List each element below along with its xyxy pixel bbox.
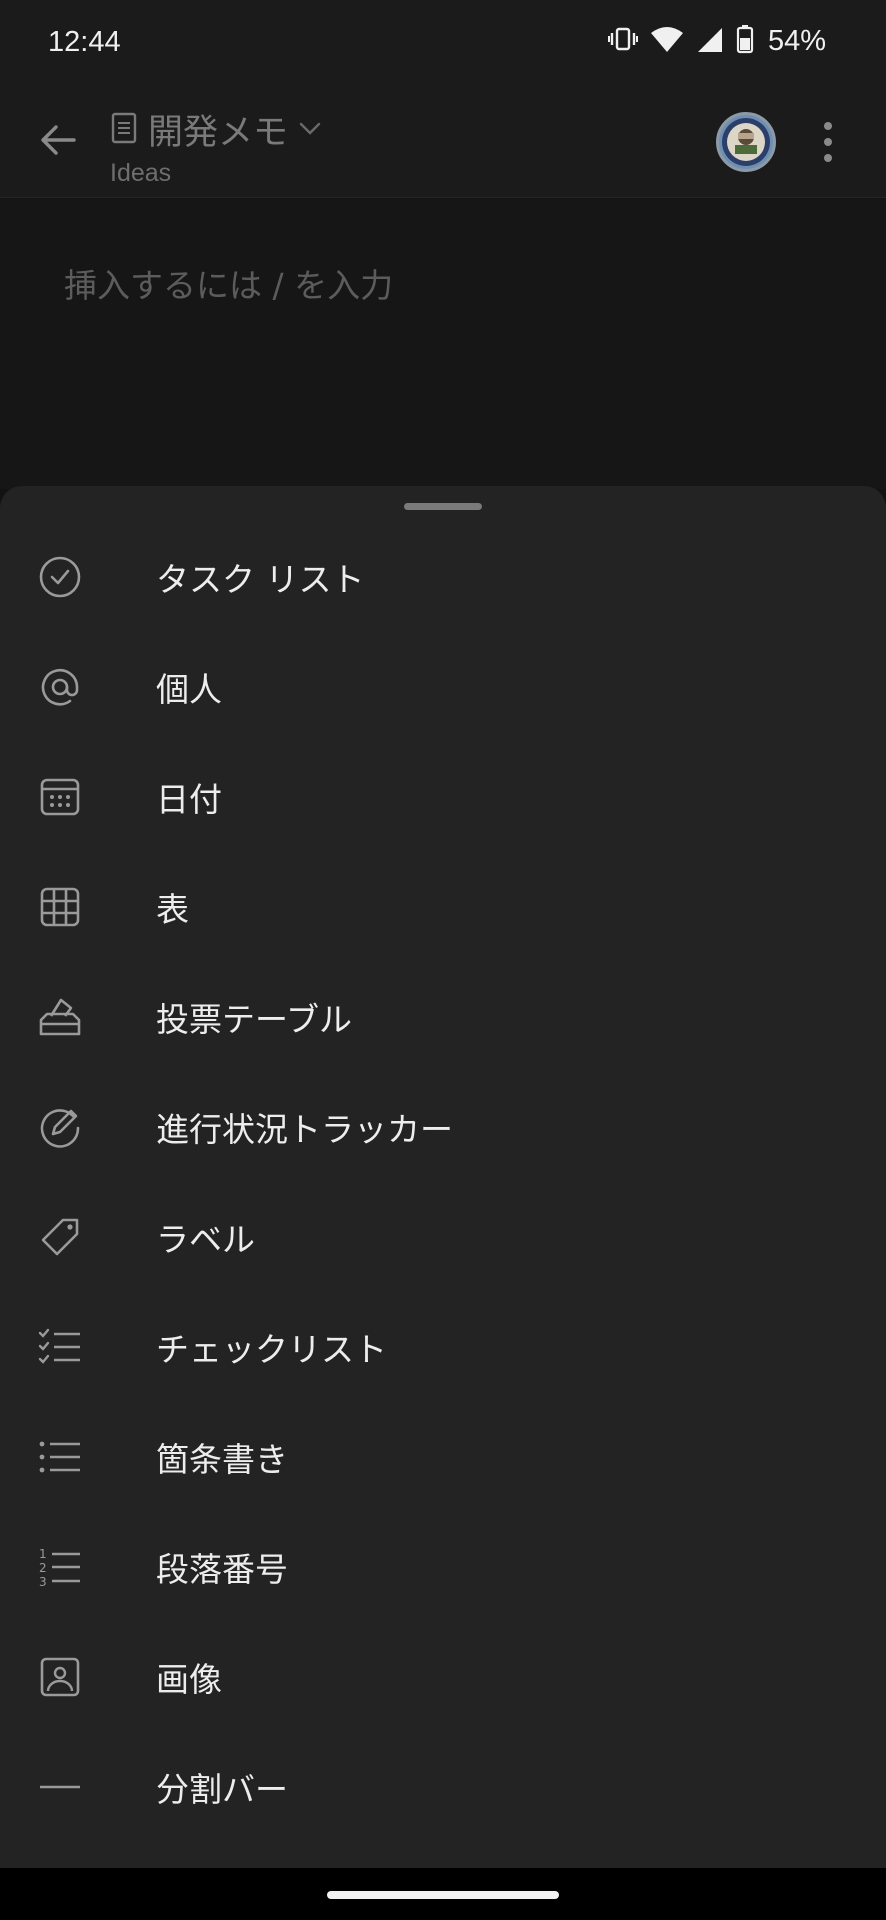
drag-handle[interactable] [404,503,482,510]
status-icons: 54% [607,24,826,58]
at-sign-icon [34,661,86,713]
app-bar: 開発メモ Ideas [0,90,886,198]
checklist-icon [34,1321,86,1373]
divider-line-icon [34,1761,86,1813]
battery-percent: 54% [767,24,826,57]
wifi-icon [650,24,684,58]
bulleted-list-icon [34,1431,86,1483]
system-nav-bar [0,1868,886,1920]
menu-item-label: タスク リスト [156,560,365,599]
cell-signal-icon [696,24,724,58]
page-title: 開発メモ [148,113,289,153]
status-time: 12:44 [48,26,121,58]
home-gesture-pill[interactable] [327,1891,559,1899]
calendar-icon [34,771,86,823]
menu-item-label-tag[interactable]: ラベル [0,1182,886,1292]
insert-menu: タスク リスト 個人 日付 表 投票テーブル 進行状況トラッカー ラベル チェッ… [0,522,886,1842]
menu-item-label: 段落番号 [156,1550,288,1589]
menu-item-label: ラベル [156,1220,255,1259]
svg-text:2: 2 [39,1561,47,1575]
insert-bottom-sheet: タスク リスト 個人 日付 表 投票テーブル 進行状況トラッカー ラベル チェッ… [0,486,886,1868]
menu-item-image[interactable]: 画像 [0,1622,886,1732]
editor-placeholder: 挿入するには / を入力 [64,266,394,305]
chevron-down-icon[interactable] [298,118,322,142]
menu-item-label: 進行状況トラッカー [156,1110,453,1149]
status-bar: 12:44 54% [0,0,886,90]
progress-pencil-circle-icon [34,1101,86,1153]
menu-item-label: 投票テーブル [156,1000,353,1039]
ballot-box-icon [34,991,86,1043]
more-vert-icon [824,122,832,130]
numbered-list-icon: 123 [34,1541,86,1593]
menu-item-label: 表 [156,890,189,929]
svg-text:3: 3 [39,1575,47,1589]
tag-icon [34,1211,86,1263]
menu-item-person[interactable]: 個人 [0,632,886,742]
page-icon [110,112,138,148]
image-icon [34,1651,86,1703]
more-vert-dot [824,154,832,162]
menu-item-date[interactable]: 日付 [0,742,886,852]
task-check-circle-icon [34,551,86,603]
back-button[interactable] [30,112,86,168]
title-block[interactable]: 開発メモ Ideas [110,104,322,188]
menu-item-label: チェックリスト [156,1330,387,1369]
menu-item-task-list[interactable]: タスク リスト [0,522,886,632]
menu-item-label: 個人 [156,670,222,709]
svg-text:1: 1 [39,1547,47,1561]
menu-item-label: 箇条書き [156,1440,288,1479]
menu-item-progress-tracker[interactable]: 進行状況トラッカー [0,1072,886,1182]
menu-item-label: 日付 [156,780,222,819]
menu-item-bulleted-list[interactable]: 箇条書き [0,1402,886,1512]
menu-item-divider[interactable]: 分割バー [0,1732,886,1842]
menu-item-label: 分割バー [156,1770,288,1809]
menu-item-label: 画像 [156,1660,222,1699]
vibrate-icon [607,24,638,58]
menu-item-table[interactable]: 表 [0,852,886,962]
more-options-button[interactable] [808,114,848,170]
more-vert-dot [824,138,832,146]
editor-area[interactable]: 挿入するには / を入力 [0,199,886,489]
back-arrow-icon [41,125,76,155]
page-subtitle: Ideas [110,159,172,187]
menu-item-checklist[interactable]: チェックリスト [0,1292,886,1402]
menu-item-voting-table[interactable]: 投票テーブル [0,962,886,1072]
menu-item-numbered-list[interactable]: 123 段落番号 [0,1512,886,1622]
table-grid-icon [34,881,86,933]
avatar[interactable] [716,112,776,172]
battery-icon [736,24,754,58]
